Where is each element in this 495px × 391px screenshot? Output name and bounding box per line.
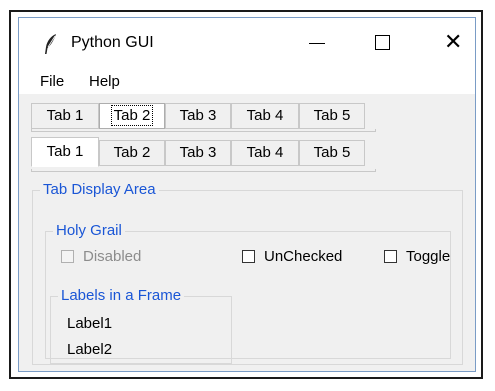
checkbox-box[interactable] [384, 250, 397, 263]
close-icon: ✕ [444, 29, 463, 54]
tab-bottom-2[interactable]: Tab 2 [99, 140, 165, 166]
tab-pane-bottom [31, 169, 376, 172]
checkbox-label: UnChecked [264, 248, 343, 265]
tab-label: Tab 2 [110, 105, 154, 126]
checkbox-label: Toggle [406, 248, 451, 265]
tab-label: Tab 5 [313, 107, 351, 124]
tab-label: Tab 1 [46, 143, 84, 160]
menu-help[interactable]: Help [89, 73, 120, 90]
tab-bottom-1[interactable]: Tab 1 [31, 137, 99, 167]
tab-top-3[interactable]: Tab 3 [165, 103, 231, 129]
minimize-icon [309, 43, 325, 44]
tab-label: Tab 4 [246, 144, 284, 161]
tab-label: Tab 1 [46, 107, 84, 124]
tab-label: Tab 3 [179, 107, 217, 124]
tab-top-4[interactable]: Tab 4 [231, 103, 299, 129]
holy-grail-title: Holy Grail [53, 222, 125, 239]
tab-label: Tab 5 [313, 144, 351, 161]
close-button[interactable]: ✕ [429, 18, 475, 68]
label-2: Label2 [67, 341, 113, 358]
labels-frame-title: Labels in a Frame [58, 287, 185, 304]
maximize-button[interactable] [359, 18, 405, 68]
toggle-checkbox[interactable]: Toggle [384, 248, 474, 268]
tab-bottom-3[interactable]: Tab 3 [165, 140, 231, 166]
tab-bottom-5[interactable]: Tab 5 [299, 140, 365, 166]
checkbox-box [61, 250, 74, 263]
checkbox-box[interactable] [242, 250, 255, 263]
tab-pane-top [31, 129, 376, 132]
tab-label: Tab 4 [246, 107, 284, 124]
tab-bottom-4[interactable]: Tab 4 [231, 140, 299, 166]
tab-top-1[interactable]: Tab 1 [31, 103, 99, 129]
app-window: Python GUI ✕ File Help Tab 1 Tab 2 Tab 3… [18, 17, 476, 372]
title-bar[interactable]: Python GUI ✕ [19, 18, 475, 68]
feather-icon [45, 34, 56, 54]
menu-bar: File Help [19, 68, 475, 94]
tab-top-2[interactable]: Tab 2 [99, 103, 165, 129]
menu-file[interactable]: File [40, 73, 64, 90]
tab-display-area-title: Tab Display Area [40, 181, 159, 198]
checkbox-label: Disabled [83, 248, 142, 265]
tab-label: Tab 2 [113, 144, 151, 161]
tab-label: Tab 3 [179, 144, 217, 161]
minimize-button[interactable] [291, 18, 337, 68]
disabled-checkbox: Disabled [61, 248, 181, 268]
tab-top-5[interactable]: Tab 5 [299, 103, 365, 129]
window-title: Python GUI [71, 34, 154, 51]
unchecked-checkbox[interactable]: UnChecked [242, 248, 372, 268]
maximize-icon [375, 35, 390, 50]
label-1: Label1 [67, 315, 113, 332]
